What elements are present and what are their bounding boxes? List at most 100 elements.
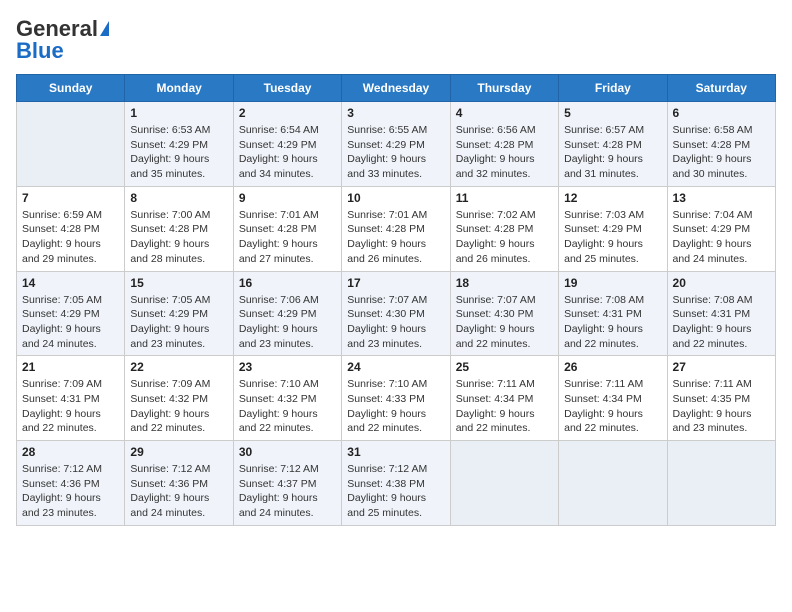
day-info: Sunrise: 7:11 AMSunset: 4:34 PMDaylight:… (564, 377, 661, 436)
calendar-week-row: 21 Sunrise: 7:09 AMSunset: 4:31 PMDayligh… (17, 356, 776, 441)
day-number: 13 (673, 191, 770, 205)
day-number: 2 (239, 106, 336, 120)
day-number: 16 (239, 276, 336, 290)
day-info: Sunrise: 6:58 AMSunset: 4:28 PMDaylight:… (673, 123, 770, 182)
day-number: 17 (347, 276, 444, 290)
day-info: Sunrise: 6:53 AMSunset: 4:29 PMDaylight:… (130, 123, 227, 182)
day-of-week-header: Wednesday (342, 75, 450, 102)
day-number: 12 (564, 191, 661, 205)
calendar-day-cell: 14Sunrise: 7:05 AMSunset: 4:29 PMDayligh… (17, 271, 125, 356)
day-of-week-header: Monday (125, 75, 233, 102)
day-number: 5 (564, 106, 661, 120)
calendar-day-cell: 6 Sunrise: 6:58 AMSunset: 4:28 PMDaylight… (667, 102, 775, 187)
day-number: 1 (130, 106, 227, 120)
day-of-week-header: Thursday (450, 75, 558, 102)
calendar-day-cell: 27Sunrise: 7:11 AMSunset: 4:35 PMDayligh… (667, 356, 775, 441)
calendar-day-cell (17, 102, 125, 187)
calendar-day-cell: 21 Sunrise: 7:09 AMSunset: 4:31 PMDayligh… (17, 356, 125, 441)
calendar-day-cell: 19 Sunrise: 7:08 AMSunset: 4:31 PMDayligh… (559, 271, 667, 356)
logo-blue-text: Blue (16, 38, 64, 64)
day-of-week-header: Friday (559, 75, 667, 102)
day-info: Sunrise: 7:08 AMSunset: 4:31 PMDaylight:… (564, 293, 661, 352)
day-info: Sunrise: 7:01 AMSunset: 4:28 PMDaylight:… (239, 208, 336, 267)
day-info: Sunrise: 6:57 AMSunset: 4:28 PMDaylight:… (564, 123, 661, 182)
day-number: 6 (673, 106, 770, 120)
calendar-day-cell: 24 Sunrise: 7:10 AMSunset: 4:33 PMDayligh… (342, 356, 450, 441)
day-number: 18 (456, 276, 553, 290)
calendar-day-cell (450, 441, 558, 526)
calendar-day-cell: 26 Sunrise: 7:11 AMSunset: 4:34 PMDayligh… (559, 356, 667, 441)
day-number: 24 (347, 360, 444, 374)
calendar-day-cell: 8 Sunrise: 7:00 AMSunset: 4:28 PMDaylight… (125, 186, 233, 271)
calendar-day-cell: 9 Sunrise: 7:01 AMSunset: 4:28 PMDaylight… (233, 186, 341, 271)
day-info: Sunrise: 7:10 AMSunset: 4:33 PMDaylight:… (347, 377, 444, 436)
day-number: 21 (22, 360, 119, 374)
day-info: Sunrise: 7:05 AMSunset: 4:29 PMDaylight:… (130, 293, 227, 352)
day-number: 15 (130, 276, 227, 290)
day-number: 9 (239, 191, 336, 205)
days-of-week-row: SundayMondayTuesdayWednesdayThursdayFrid… (17, 75, 776, 102)
calendar-body: 1 Sunrise: 6:53 AMSunset: 4:29 PMDaylight… (17, 102, 776, 526)
calendar-day-cell: 31 Sunrise: 7:12 AMSunset: 4:38 PMDayligh… (342, 441, 450, 526)
calendar-week-row: 14Sunrise: 7:05 AMSunset: 4:29 PMDayligh… (17, 271, 776, 356)
day-info: Sunrise: 7:12 AMSunset: 4:37 PMDaylight:… (239, 462, 336, 521)
calendar-day-cell: 1 Sunrise: 6:53 AMSunset: 4:29 PMDaylight… (125, 102, 233, 187)
day-number: 22 (130, 360, 227, 374)
day-number: 26 (564, 360, 661, 374)
day-of-week-header: Sunday (17, 75, 125, 102)
day-number: 8 (130, 191, 227, 205)
day-info: Sunrise: 7:09 AMSunset: 4:32 PMDaylight:… (130, 377, 227, 436)
day-number: 19 (564, 276, 661, 290)
calendar-day-cell: 5 Sunrise: 6:57 AMSunset: 4:28 PMDaylight… (559, 102, 667, 187)
day-info: Sunrise: 7:07 AMSunset: 4:30 PMDaylight:… (456, 293, 553, 352)
day-number: 4 (456, 106, 553, 120)
day-info: Sunrise: 7:10 AMSunset: 4:32 PMDaylight:… (239, 377, 336, 436)
calendar-day-cell (667, 441, 775, 526)
calendar-day-cell: 4 Sunrise: 6:56 AMSunset: 4:28 PMDaylight… (450, 102, 558, 187)
calendar-day-cell: 7Sunrise: 6:59 AMSunset: 4:28 PMDaylight… (17, 186, 125, 271)
day-info: Sunrise: 6:56 AMSunset: 4:28 PMDaylight:… (456, 123, 553, 182)
day-number: 31 (347, 445, 444, 459)
day-info: Sunrise: 7:03 AMSunset: 4:29 PMDaylight:… (564, 208, 661, 267)
day-number: 11 (456, 191, 553, 205)
calendar-week-row: 1 Sunrise: 6:53 AMSunset: 4:29 PMDaylight… (17, 102, 776, 187)
calendar-day-cell: 10 Sunrise: 7:01 AMSunset: 4:28 PMDayligh… (342, 186, 450, 271)
calendar-day-cell: 18 Sunrise: 7:07 AMSunset: 4:30 PMDayligh… (450, 271, 558, 356)
day-info: Sunrise: 6:55 AMSunset: 4:29 PMDaylight:… (347, 123, 444, 182)
calendar-day-cell: 20Sunrise: 7:08 AMSunset: 4:31 PMDayligh… (667, 271, 775, 356)
day-info: Sunrise: 7:04 AMSunset: 4:29 PMDaylight:… (673, 208, 770, 267)
day-of-week-header: Tuesday (233, 75, 341, 102)
day-number: 30 (239, 445, 336, 459)
day-of-week-header: Saturday (667, 75, 775, 102)
day-number: 10 (347, 191, 444, 205)
day-number: 20 (673, 276, 770, 290)
calendar-day-cell: 30 Sunrise: 7:12 AMSunset: 4:37 PMDayligh… (233, 441, 341, 526)
day-info: Sunrise: 7:09 AMSunset: 4:31 PMDaylight:… (22, 377, 119, 436)
calendar-week-row: 7Sunrise: 6:59 AMSunset: 4:28 PMDaylight… (17, 186, 776, 271)
day-info: Sunrise: 7:12 AMSunset: 4:38 PMDaylight:… (347, 462, 444, 521)
calendar-table: SundayMondayTuesdayWednesdayThursdayFrid… (16, 74, 776, 526)
calendar-day-cell: 11 Sunrise: 7:02 AMSunset: 4:28 PMDayligh… (450, 186, 558, 271)
page-header: General Blue (16, 16, 776, 64)
day-number: 23 (239, 360, 336, 374)
day-info: Sunrise: 7:07 AMSunset: 4:30 PMDaylight:… (347, 293, 444, 352)
calendar-day-cell: 2Sunrise: 6:54 AMSunset: 4:29 PMDaylight… (233, 102, 341, 187)
calendar-day-cell: 15 Sunrise: 7:05 AMSunset: 4:29 PMDayligh… (125, 271, 233, 356)
day-info: Sunrise: 6:59 AMSunset: 4:28 PMDaylight:… (22, 208, 119, 267)
calendar-day-cell: 13 Sunrise: 7:04 AMSunset: 4:29 PMDayligh… (667, 186, 775, 271)
logo-triangle-icon (100, 21, 109, 36)
calendar-day-cell (559, 441, 667, 526)
day-info: Sunrise: 7:01 AMSunset: 4:28 PMDaylight:… (347, 208, 444, 267)
calendar-week-row: 28Sunrise: 7:12 AMSunset: 4:36 PMDayligh… (17, 441, 776, 526)
calendar-day-cell: 25Sunrise: 7:11 AMSunset: 4:34 PMDayligh… (450, 356, 558, 441)
day-info: Sunrise: 7:06 AMSunset: 4:29 PMDaylight:… (239, 293, 336, 352)
calendar-day-cell: 12 Sunrise: 7:03 AMSunset: 4:29 PMDayligh… (559, 186, 667, 271)
calendar-day-cell: 17 Sunrise: 7:07 AMSunset: 4:30 PMDayligh… (342, 271, 450, 356)
day-number: 3 (347, 106, 444, 120)
day-info: Sunrise: 7:12 AMSunset: 4:36 PMDaylight:… (22, 462, 119, 521)
calendar-day-cell: 23 Sunrise: 7:10 AMSunset: 4:32 PMDayligh… (233, 356, 341, 441)
calendar-day-cell: 22 Sunrise: 7:09 AMSunset: 4:32 PMDayligh… (125, 356, 233, 441)
day-info: Sunrise: 7:05 AMSunset: 4:29 PMDaylight:… (22, 293, 119, 352)
day-info: Sunrise: 7:02 AMSunset: 4:28 PMDaylight:… (456, 208, 553, 267)
day-info: Sunrise: 7:00 AMSunset: 4:28 PMDaylight:… (130, 208, 227, 267)
